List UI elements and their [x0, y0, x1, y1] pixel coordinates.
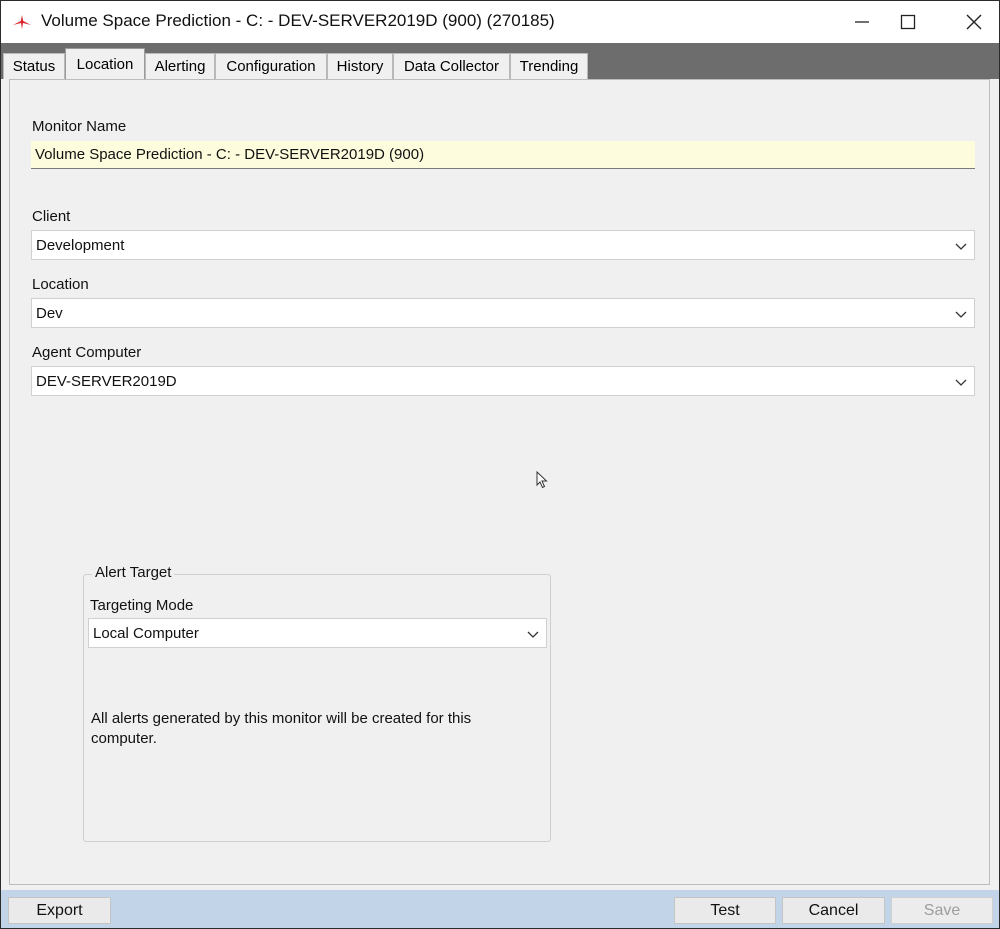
chevron-down-icon [955, 379, 967, 386]
location-label: Location [32, 276, 89, 293]
minimize-icon [855, 21, 869, 23]
agent-computer-label: Agent Computer [32, 344, 142, 361]
tab-status[interactable]: Status [3, 53, 65, 79]
location-select-value: Dev [36, 305, 63, 322]
alert-target-title: Alert Target [92, 564, 175, 581]
maximize-icon [900, 14, 916, 30]
tab-alerting[interactable]: Alerting [145, 53, 215, 79]
chevron-down-icon [955, 311, 967, 318]
close-button[interactable] [951, 1, 997, 43]
minimize-button[interactable] [839, 1, 885, 43]
alert-target-group: Alert Target Targeting Mode Local Comput… [83, 564, 551, 842]
agent-computer-select[interactable]: DEV-SERVER2019D [31, 366, 975, 396]
client-label: Client [32, 208, 71, 225]
maximize-button[interactable] [885, 1, 931, 43]
tab-trending[interactable]: Trending [510, 53, 588, 79]
close-icon [966, 14, 982, 30]
tab-strip: Status Location Alerting Configuration H… [1, 43, 999, 79]
chevron-down-icon [955, 243, 967, 250]
test-button[interactable]: Test [674, 897, 776, 924]
monitor-name-input[interactable] [31, 141, 975, 169]
window-title: Volume Space Prediction - C: - DEV-SERVE… [41, 11, 555, 30]
agent-computer-select-value: DEV-SERVER2019D [36, 373, 177, 390]
client-select[interactable]: Development [31, 230, 975, 260]
tab-data-collector[interactable]: Data Collector [393, 53, 510, 79]
location-select[interactable]: Dev [31, 298, 975, 328]
alert-target-description: All alerts generated by this monitor wil… [91, 710, 472, 747]
monitor-name-label: Monitor Name [32, 118, 127, 135]
targeting-mode-label: Targeting Mode [90, 597, 194, 614]
location-panel: Monitor Name Client Development Location… [9, 79, 990, 885]
save-button[interactable]: Save [891, 897, 993, 924]
title-bar: Volume Space Prediction - C: - DEV-SERVE… [1, 1, 999, 43]
chevron-down-icon [527, 631, 539, 638]
targeting-mode-select[interactable]: Local Computer [88, 618, 547, 648]
tab-history[interactable]: History [327, 53, 393, 79]
export-button[interactable]: Export [8, 897, 111, 924]
monitor-window: Volume Space Prediction - C: - DEV-SERVE… [0, 0, 1000, 929]
cancel-button[interactable]: Cancel [782, 897, 885, 924]
app-logo-icon [13, 15, 31, 29]
targeting-mode-select-value: Local Computer [93, 625, 199, 642]
tab-location[interactable]: Location [65, 48, 145, 79]
footer-bar: Export Test Cancel Save [1, 890, 999, 928]
client-select-value: Development [36, 237, 125, 254]
mouse-pointer-icon [536, 471, 548, 489]
tab-configuration[interactable]: Configuration [215, 53, 327, 79]
